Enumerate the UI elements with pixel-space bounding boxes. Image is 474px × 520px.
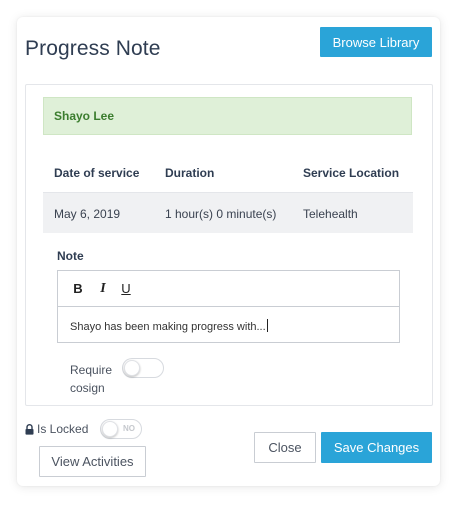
header-service-location: Service Location — [303, 166, 400, 180]
save-changes-button[interactable]: Save Changes — [321, 432, 432, 463]
note-text-area[interactable]: Shayo has been making progress with... — [70, 319, 268, 333]
close-button[interactable]: Close — [254, 432, 316, 463]
italic-button[interactable]: I — [96, 281, 110, 297]
note-editor: B I U Shayo has been making progress wit… — [57, 270, 400, 343]
underline-button[interactable]: U — [119, 281, 133, 296]
toggle-knob — [102, 421, 118, 437]
note-label: Note — [57, 249, 84, 263]
note-text: Shayo has been making progress with... — [70, 321, 266, 333]
lock-icon — [25, 423, 34, 435]
is-locked-label: Is Locked — [25, 422, 88, 436]
view-activities-button[interactable]: View Activities — [39, 446, 146, 477]
toggle-knob — [124, 360, 140, 376]
header-duration: Duration — [165, 166, 215, 180]
bold-button[interactable]: B — [71, 281, 85, 296]
header-date-of-service: Date of service — [54, 166, 140, 180]
cell-date-of-service: May 6, 2019 — [54, 207, 121, 221]
browse-library-button[interactable]: Browse Library — [320, 27, 432, 57]
require-cosign-label-line1: Require — [70, 363, 113, 377]
is-locked-text: Is Locked — [37, 422, 89, 436]
client-banner: Shayo Lee — [43, 97, 412, 135]
editor-toolbar: B I U — [58, 271, 399, 307]
require-cosign-label: Require cosign — [70, 361, 120, 397]
page-title: Progress Note — [25, 37, 161, 60]
cell-service-location: Telehealth — [303, 207, 358, 221]
require-cosign-label-line2: cosign — [70, 381, 105, 395]
toggle-state-text: NO — [123, 424, 135, 433]
cell-duration: 1 hour(s) 0 minute(s) — [165, 207, 277, 221]
client-name: Shayo Lee — [54, 109, 115, 123]
require-cosign-toggle[interactable] — [122, 358, 164, 378]
text-caret — [266, 319, 268, 332]
is-locked-toggle[interactable]: NO — [100, 419, 142, 439]
